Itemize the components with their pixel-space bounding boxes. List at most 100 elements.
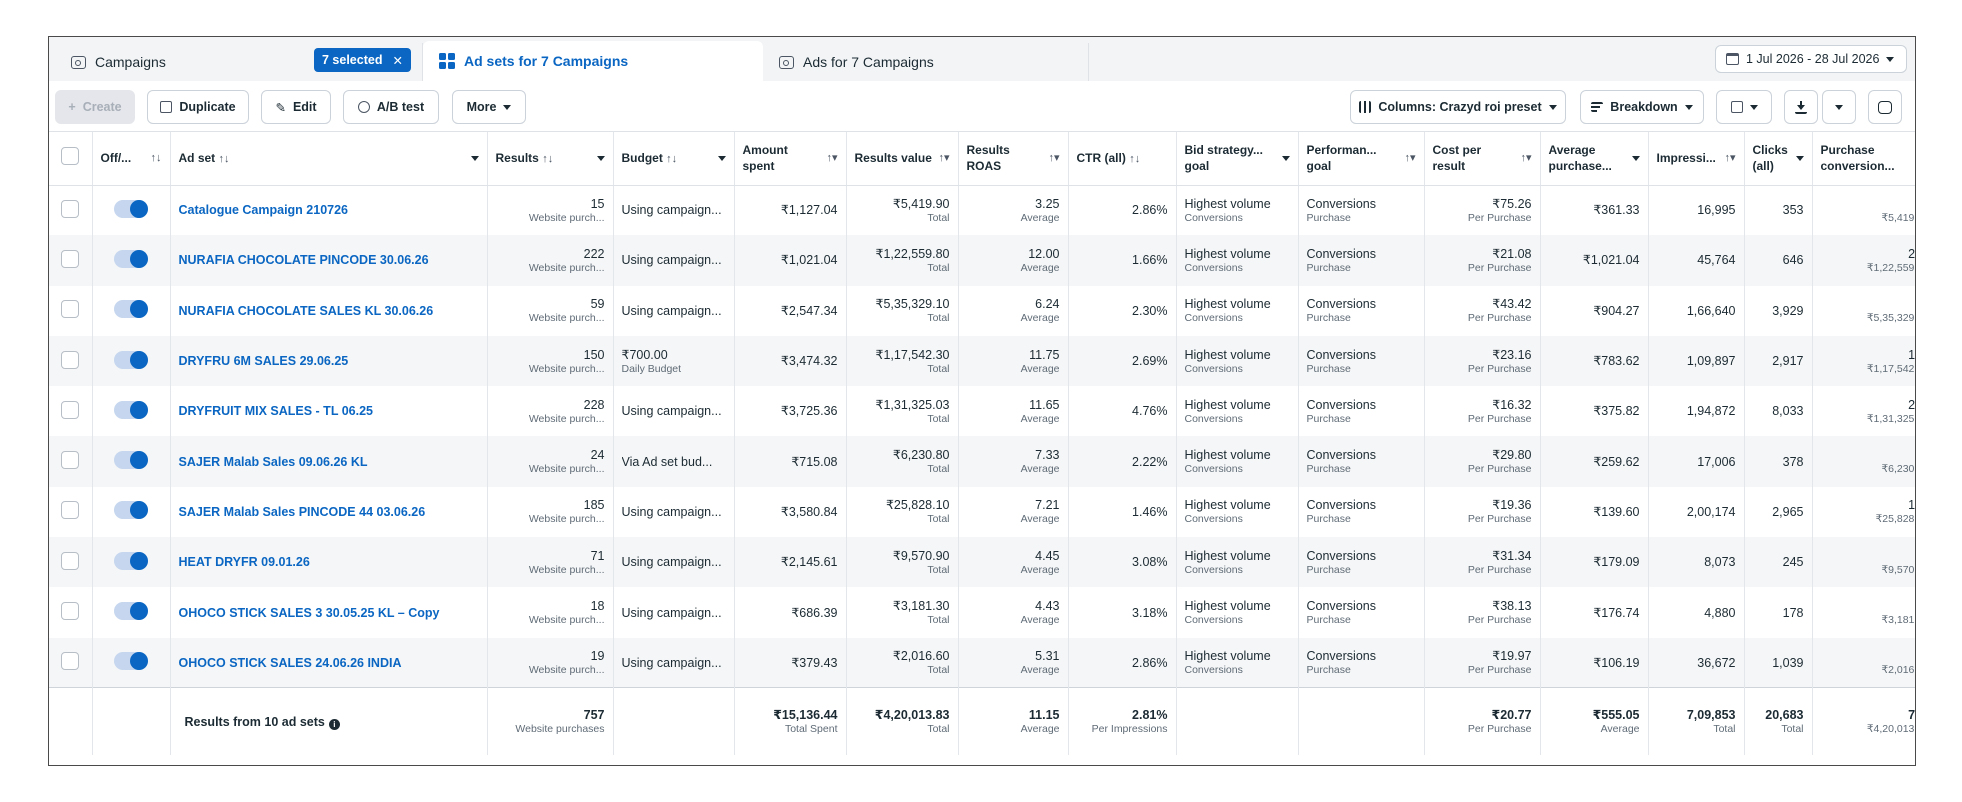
adset-name-link[interactable]: NURAFIA CHOCOLATE SALES KL 30.06.26 [179,304,434,318]
duplicate-button[interactable]: Duplicate [147,90,249,124]
adset-name-link[interactable]: SAJER Malab Sales PINCODE 44 03.06.26 [179,505,426,519]
table-row[interactable]: HEAT DRYFR 09.01.26 71 Website purch... U… [49,537,1915,588]
chevron-down-icon[interactable] [1631,155,1640,161]
sort-icon[interactable]: ↑↓ [1129,153,1140,165]
adset-name-link[interactable]: DRYFRU 6M SALES 29.06.25 [179,354,349,368]
budget-cell[interactable]: ₹700.00 Daily Budget [613,335,735,387]
table-row[interactable]: Catalogue Campaign 210726 15 Website purc… [49,185,1915,236]
col-header-results[interactable]: Results ↑↓ [487,132,614,186]
table-row[interactable]: DRYFRU 6M SALES 29.06.25 150 Website purc… [49,335,1915,387]
adset-status-toggle[interactable] [114,501,148,520]
sort-icon[interactable]: ↑▾ [938,150,949,166]
adset-name-link[interactable]: OHOCO STICK SALES 3 30.05.25 KL – Copy [179,606,440,620]
row-checkbox[interactable] [61,400,80,419]
col-header-budget[interactable]: Budget ↑↓ [613,132,735,186]
adset-status-toggle[interactable] [114,199,148,218]
budget-cell[interactable]: Using campaign... [613,537,735,588]
chevron-down-icon[interactable] [1795,155,1804,161]
row-checkbox[interactable] [61,300,80,319]
export-menu-button[interactable] [1822,90,1856,124]
sort-icon[interactable]: ↑↓ [151,150,162,166]
ab-test-button[interactable]: A/B test [343,90,439,124]
table-row[interactable]: NURAFIA CHOCOLATE SALES KL 30.06.26 59 We… [49,285,1915,336]
adset-status-toggle[interactable] [114,400,148,419]
row-checkbox[interactable] [61,551,80,570]
budget-cell[interactable]: Using campaign... [613,637,735,688]
adset-status-toggle[interactable] [114,249,148,268]
col-header-impressions[interactable]: Impressi... ↑▾ [1648,132,1745,186]
col-header-bid-strategy[interactable]: Bid strategy... goal [1176,132,1299,186]
budget-cell[interactable]: Using campaign... [613,386,735,437]
date-range-picker[interactable]: 1 Jul 2026 - 28 Jul 2026 [1715,45,1907,73]
export-button[interactable] [1784,90,1818,124]
more-button[interactable]: More [452,90,526,124]
col-header-performance-goal[interactable]: Performan... goal ↑▾ [1298,132,1425,186]
sort-icon[interactable]: ↑▾ [1404,150,1415,166]
budget-cell[interactable]: Using campaign... [613,185,735,236]
info-icon[interactable]: i [328,718,340,730]
sort-icon[interactable]: ↑▾ [1724,150,1735,166]
budget-cell[interactable]: Using campaign... [613,587,735,638]
budget-cell[interactable]: Using campaign... [613,285,735,336]
col-header-clicks[interactable]: Clicks (all) [1744,132,1813,186]
chevron-down-icon[interactable] [1281,155,1290,161]
select-all-checkbox[interactable] [61,147,80,166]
sort-icon[interactable]: ↑↓ [219,153,230,165]
selected-count-pill[interactable]: 7 selected ✕ [314,48,411,72]
row-checkbox[interactable] [61,451,80,470]
sort-icon[interactable]: ↑▾ [1520,150,1531,166]
chevron-down-icon[interactable] [596,155,605,161]
tab-ads[interactable]: Ads for 7 Campaigns [763,43,1089,81]
table-row[interactable]: NURAFIA CHOCOLATE PINCODE 30.06.26 222 We… [49,235,1915,286]
col-header-purchase-conversion[interactable]: Purchase conversion... [1812,132,1915,186]
adset-name-link[interactable]: HEAT DRYFR 09.01.26 [179,555,310,569]
columns-button[interactable]: Columns: Crazyd roi preset [1350,90,1566,124]
table-row[interactable]: OHOCO STICK SALES 24.06.26 INDIA 19 Websi… [49,637,1915,688]
row-checkbox[interactable] [61,652,80,671]
adset-name-link[interactable]: SAJER Malab Sales 09.06.26 KL [179,455,368,469]
budget-cell[interactable]: Using campaign... [613,235,735,286]
col-header-cost-per-result[interactable]: Cost per result ↑▾ [1424,132,1541,186]
reports-button[interactable] [1716,90,1772,124]
sort-icon[interactable]: ↑↓ [542,153,553,165]
row-checkbox[interactable] [61,602,80,621]
edit-button[interactable]: ✎ Edit [261,90,331,124]
adset-status-toggle[interactable] [114,451,148,470]
col-header-results-value[interactable]: Results value ↑▾ [846,132,959,186]
sort-icon[interactable]: ↑▾ [826,150,837,166]
adset-name-link[interactable]: Catalogue Campaign 210726 [179,203,349,217]
tab-campaigns[interactable]: Campaigns 7 selected ✕ [55,43,423,81]
col-header-avg-purchase[interactable]: Average purchase... [1540,132,1649,186]
table-row[interactable]: DRYFRUIT MIX SALES - TL 06.25 228 Website… [49,386,1915,437]
col-header-ctr[interactable]: CTR (all) ↑↓ [1068,132,1177,186]
col-header-amount-spent[interactable]: Amount spent ↑▾ [734,132,847,186]
budget-cell[interactable]: Using campaign... [613,486,735,538]
row-checkbox[interactable] [61,501,80,520]
adset-status-toggle[interactable] [114,602,148,621]
feedback-button[interactable] [1868,90,1902,124]
adset-name-link[interactable]: OHOCO STICK SALES 24.06.26 INDIA [179,656,402,670]
clear-selection-icon[interactable]: ✕ [392,53,402,68]
col-header-results-roas[interactable]: Results ROAS ↑▾ [958,132,1069,186]
adset-name-link[interactable]: NURAFIA CHOCOLATE PINCODE 30.06.26 [179,253,429,267]
table-row[interactable]: OHOCO STICK SALES 3 30.05.25 KL – Copy 1… [49,587,1915,638]
row-checkbox[interactable] [61,199,80,218]
adset-name-link[interactable]: DRYFRUIT MIX SALES - TL 06.25 [179,404,373,418]
breakdown-button[interactable]: Breakdown [1580,90,1704,124]
adset-status-toggle[interactable] [114,551,148,570]
chevron-down-icon[interactable] [717,155,726,161]
table-row[interactable]: SAJER Malab Sales 09.06.26 KL 24 Website … [49,436,1915,487]
row-checkbox[interactable] [61,350,80,369]
create-button[interactable]: + Create [55,90,135,124]
adset-status-toggle[interactable] [114,350,148,369]
chevron-down-icon[interactable] [470,155,479,161]
sort-icon[interactable]: ↑↓ [666,153,677,165]
budget-cell[interactable]: Via Ad set bud... [613,436,735,487]
table-row[interactable]: SAJER Malab Sales PINCODE 44 03.06.26 18… [49,486,1915,538]
tab-adsets[interactable]: Ad sets for 7 Campaigns [423,41,763,81]
col-header-offon[interactable]: Off/... ↑↓ [92,132,171,186]
adset-status-toggle[interactable] [114,652,148,671]
sort-icon[interactable]: ↑▾ [1048,150,1059,166]
row-checkbox[interactable] [61,249,80,268]
adset-status-toggle[interactable] [114,300,148,319]
